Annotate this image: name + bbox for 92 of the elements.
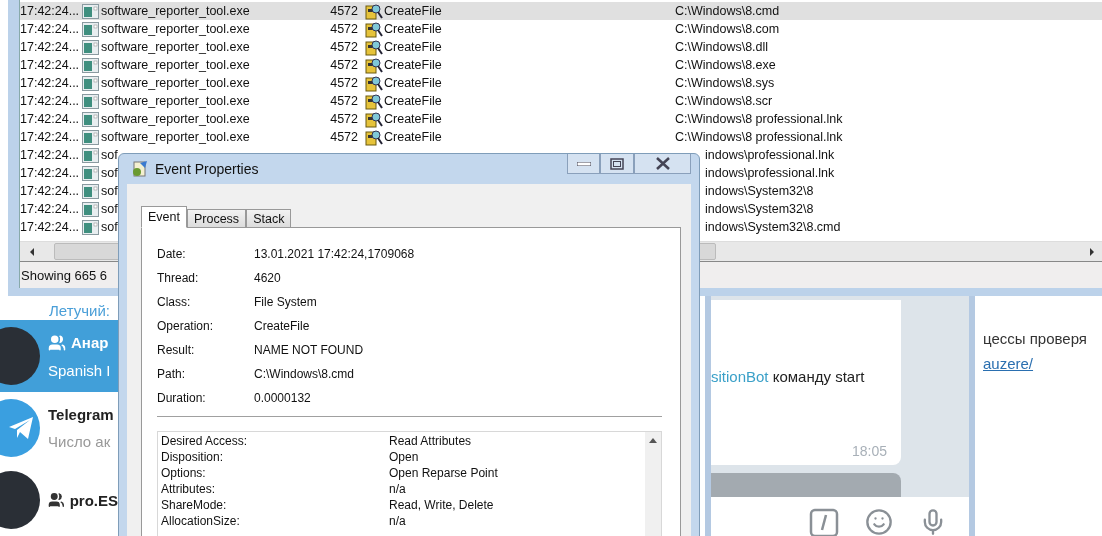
time-cell: 17:42:24...	[20, 202, 80, 216]
field-label: Result:	[157, 343, 196, 357]
operation-cell: CreateFile	[384, 112, 442, 126]
message-time: 18:05	[851, 443, 887, 459]
detail-value: Read Attributes	[389, 434, 473, 448]
process-name-cell: sof	[101, 166, 118, 180]
time-cell: 17:42:24...	[20, 184, 80, 198]
process-name-cell: software_reporter_tool.exe	[101, 130, 250, 144]
operation-cell: CreateFile	[384, 130, 442, 144]
message-text: sitionBot команду start	[711, 368, 866, 385]
path-cell-text: indows\System32\8.cmd	[704, 220, 842, 234]
time-cell: 17:42:24...	[20, 4, 80, 18]
time-cell: 17:42:24...	[20, 166, 80, 180]
field-value: C:\Windows\8.cmd	[254, 367, 356, 381]
status-text: Showing 665 6	[21, 267, 107, 283]
time-cell: 17:42:24...	[20, 58, 80, 72]
path-cell-text: C:\Windows\8.cmd	[675, 4, 781, 18]
pid-cell-text: 4572	[329, 58, 358, 72]
operation-cell: CreateFile	[384, 76, 442, 90]
pid-cell-text: 4572	[329, 76, 358, 90]
time-cell: 17:42:24...	[20, 220, 80, 234]
detail-label: Attributes:	[161, 482, 217, 496]
path-cell-text: C:\Windows\8.dll	[675, 40, 770, 54]
operation-cell: CreateFile	[384, 94, 442, 108]
chat-preview: Spanish I	[48, 361, 111, 379]
process-name-cell: software_reporter_tool.exe	[101, 76, 250, 90]
process-name-cell: software_reporter_tool.exe	[101, 112, 250, 126]
pid-cell-text: 4572	[329, 22, 358, 36]
chat-name: Telegram	[48, 406, 114, 423]
path-cell-text: C:\Windows\8.exe	[675, 58, 777, 72]
process-name-cell: software_reporter_tool.exe	[101, 94, 250, 108]
process-name-cell: sof	[101, 202, 118, 216]
time-cell: 17:42:24...	[20, 22, 80, 36]
process-name-cell: software_reporter_tool.exe	[101, 22, 250, 36]
time-cell: 17:42:24...	[20, 94, 80, 108]
pid-cell-text: 4572	[329, 130, 358, 144]
process-name-cell: software_reporter_tool.exe	[101, 4, 250, 18]
field-label: Path:	[157, 367, 187, 381]
field-value: File System	[254, 295, 318, 309]
field-label: Class:	[157, 295, 192, 309]
chat-preview: Летучий:	[48, 302, 111, 320]
process-name-cell: sof	[101, 148, 118, 162]
time-cell: 17:42:24...	[20, 40, 80, 54]
field-value: 0.0000132	[254, 391, 312, 405]
path-cell-text: C:\Windows\8 professional.lnk	[675, 130, 844, 144]
field-label: Duration:	[157, 391, 207, 405]
detail-value: n/a	[389, 482, 407, 496]
process-name-cell: sof	[101, 184, 118, 198]
path-cell-text: indows\System32\8	[704, 184, 815, 198]
time-cell: 17:42:24...	[20, 148, 80, 162]
chat-name: Анар	[71, 334, 109, 351]
detail-label: Disposition:	[161, 450, 225, 464]
time-cell: 17:42:24...	[20, 130, 80, 144]
time-cell: 17:42:24...	[20, 76, 80, 90]
pid-cell-text: 4572	[329, 4, 358, 18]
chat-name: pro.ES	[69, 491, 118, 509]
detail-value: Read, Write, Delete	[389, 498, 495, 512]
path-cell-text: C:\Windows\8.com	[675, 22, 781, 36]
detail-value: Open	[389, 450, 420, 464]
detail-value: Open Reparse Point	[389, 466, 499, 480]
path-cell-text: indows\professional.lnk	[704, 148, 836, 162]
field-value: 4620	[254, 271, 282, 285]
field-label: Operation:	[157, 319, 215, 333]
path-cell-text: C:\Windows\8 professional.lnk	[675, 112, 844, 126]
field-value: 13.01.2021 17:42:24,1709068	[254, 247, 416, 261]
detail-label: Options:	[161, 466, 207, 480]
info-text: цессы проверя	[983, 330, 1088, 347]
path-cell-text: C:\Windows\8.scr	[675, 94, 774, 108]
process-name-cell: software_reporter_tool.exe	[101, 40, 250, 54]
field-label: Date:	[157, 247, 187, 261]
path-cell-text: indows\System32\8	[704, 202, 815, 216]
detail-value: n/a	[389, 514, 407, 528]
chat-preview: Число ак	[48, 433, 112, 450]
dialog-title: Event Properties	[155, 161, 259, 177]
operation-cell: CreateFile	[384, 40, 442, 54]
path-cell-text: C:\Windows\8.sys	[675, 76, 776, 90]
detail-label: Desired Access:	[161, 434, 249, 448]
field-value: CreateFile	[254, 319, 311, 333]
pid-cell-text: 4572	[329, 112, 358, 126]
process-name-cell: sof	[101, 220, 118, 234]
operation-cell: CreateFile	[384, 4, 442, 18]
operation-cell: CreateFile	[384, 58, 442, 72]
process-name-cell: software_reporter_tool.exe	[101, 58, 250, 72]
detail-label: AllocationSize:	[161, 514, 241, 528]
field-value: NAME NOT FOUND	[254, 343, 365, 357]
pid-cell-text: 4572	[329, 94, 358, 108]
detail-label: ShareMode:	[161, 498, 228, 512]
field-label: Thread:	[157, 271, 200, 285]
operation-cell: CreateFile	[384, 22, 442, 36]
time-cell: 17:42:24...	[20, 112, 80, 126]
pid-cell-text: 4572	[329, 40, 358, 54]
path-cell-text: indows\professional.lnk	[704, 166, 836, 180]
